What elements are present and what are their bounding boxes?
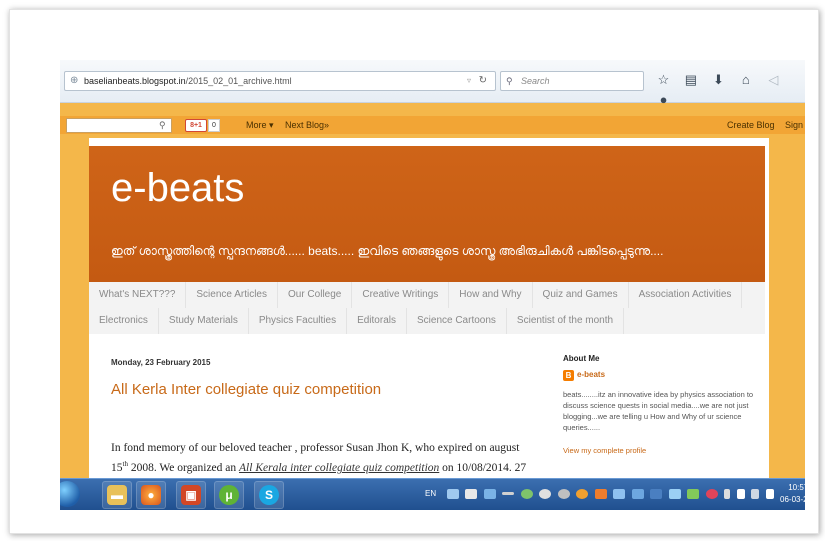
globe-icon: ⊕ <box>70 75 79 86</box>
taskbar-skype[interactable]: S <box>254 481 284 509</box>
chat-icon[interactable]: ● <box>652 90 675 110</box>
toolbar-icons: ☆ ▤ ⬇ ⌂ ◁ ● <box>652 70 805 107</box>
folder-icon: ▬ <box>107 485 127 505</box>
page-tabs: What's NEXT??? Science Articles Our Colleg… <box>89 282 765 334</box>
tab-editorals[interactable]: Editorals <box>347 308 407 334</box>
post-date: Monday, 23 February 2015 <box>111 358 211 367</box>
browser-window: ⊕ baselianbeats.blogspot.in/2015_02_01_a… <box>60 60 805 510</box>
blogger-navbar: ⚲ 8+1 0 More ▾ Next Blog» Create Blog Si… <box>60 116 805 134</box>
tray-icon[interactable] <box>502 492 515 496</box>
tray-icon[interactable] <box>557 488 570 499</box>
about-me-widget: About Me B e-beats beats........itz an i… <box>563 354 763 455</box>
create-blog-link[interactable]: Create Blog <box>727 116 775 134</box>
url-domain: baselianbeats.blogspot.in <box>84 76 186 86</box>
tab-scientist-of-the-month[interactable]: Scientist of the month <box>507 308 625 334</box>
send-icon[interactable]: ◁ <box>762 70 785 90</box>
profile-description: beats........itz an innovative idea by p… <box>563 390 754 432</box>
about-me-heading: About Me <box>563 354 600 363</box>
tray-icon[interactable] <box>724 488 731 499</box>
tab-creative-writings[interactable]: Creative Writings <box>352 282 450 308</box>
tabs-row-1: What's NEXT??? Science Articles Our Colleg… <box>89 282 743 308</box>
tabs-row-2: Electronics Study Materials Physics Facult… <box>89 308 625 334</box>
tray-icon[interactable] <box>668 488 681 499</box>
tray-icon[interactable] <box>465 488 478 499</box>
utorrent-icon: μ <box>219 485 239 505</box>
blog-title[interactable]: e-beats <box>111 166 244 210</box>
tray-icon[interactable] <box>687 488 700 499</box>
post-title[interactable]: All Kerla Inter collegiate quiz competit… <box>111 381 381 398</box>
volume-icon[interactable] <box>736 488 745 499</box>
download-icon[interactable]: ⬇ <box>707 70 730 90</box>
blog-search-input[interactable] <box>66 118 172 133</box>
profile-name-link[interactable]: e-beats <box>577 370 605 379</box>
sign-in-link[interactable]: Sign <box>785 116 803 134</box>
clock-date: 06-03-201 <box>780 495 805 504</box>
tray-icon[interactable] <box>576 488 589 499</box>
address-text: baselianbeats.blogspot.in/2015_02_01_arc… <box>84 72 292 90</box>
blog-header: e-beats ഇത് ശാസ്ത്രത്തിന്റെ സ്പന്ദനങ്ങൾ.… <box>89 146 765 282</box>
tray-icon[interactable] <box>594 488 607 499</box>
tray-icon[interactable] <box>520 488 533 499</box>
tab-science-cartoons[interactable]: Science Cartoons <box>407 308 507 334</box>
tab-association-activities[interactable]: Association Activities <box>629 282 743 308</box>
gplus-count: 0 <box>208 119 220 132</box>
tab-study-materials[interactable]: Study Materials <box>159 308 249 334</box>
tab-physics-faculties[interactable]: Physics Faculties <box>249 308 348 334</box>
firefox-icon: ● <box>141 485 161 505</box>
search-icon: ⚲ <box>506 76 513 86</box>
tab-electronics[interactable]: Electronics <box>89 308 159 334</box>
network-icon[interactable] <box>751 488 760 499</box>
quiz-link[interactable]: All Kerala inter collegiate quiz competi… <box>239 462 439 474</box>
post-text-2: 2008. We organized an <box>127 461 240 474</box>
view-profile-link[interactable]: View my complete profile <box>563 446 646 455</box>
tray-icon[interactable] <box>446 488 459 499</box>
tray-icon[interactable] <box>539 488 552 499</box>
tray-icon[interactable] <box>613 488 626 499</box>
taskbar-firefox[interactable]: ● <box>136 481 166 509</box>
tab-how-and-why[interactable]: How and Why <box>449 282 533 308</box>
taskbar-utorrent[interactable]: μ <box>214 481 244 509</box>
address-bar[interactable]: ⊕ baselianbeats.blogspot.in/2015_02_01_a… <box>64 71 496 91</box>
dropdown-icon[interactable]: ▿ <box>467 72 471 90</box>
powerpoint-icon: ▣ <box>181 485 201 505</box>
search-placeholder: Search <box>521 76 550 86</box>
gplus-button[interactable]: 8+1 <box>185 119 207 132</box>
tray-icon[interactable] <box>705 488 718 499</box>
screenshot-frame: ⊕ baselianbeats.blogspot.in/2015_02_01_a… <box>9 9 819 534</box>
url-path: /2015_02_01_archive.html <box>185 76 292 86</box>
tab-whats-next[interactable]: What's NEXT??? <box>89 282 187 308</box>
browser-toolbar: ⊕ baselianbeats.blogspot.in/2015_02_01_a… <box>60 60 805 107</box>
flag-icon[interactable] <box>765 488 774 499</box>
blog-content: e-beats ഇത് ശാസ്ത്രത്തിന്റെ സ്പന്ദനങ്ങൾ.… <box>89 138 769 510</box>
skype-icon: S <box>259 485 279 505</box>
language-indicator[interactable]: EN <box>425 489 436 498</box>
search-box[interactable]: ⚲ Search <box>500 71 644 91</box>
taskbar-powerpoint[interactable]: ▣ <box>176 481 206 509</box>
blogger-icon: B <box>563 370 574 381</box>
tray-icon[interactable] <box>483 488 496 499</box>
windows-taskbar: ▬ ● ▣ μ S EN 10:5 06-03- <box>60 478 805 510</box>
tray-icon[interactable] <box>631 488 644 499</box>
taskbar-clock[interactable]: 10:57 06-03-201 <box>780 482 805 506</box>
tab-science-articles[interactable]: Science Articles <box>186 282 278 308</box>
reading-list-icon[interactable]: ▤ <box>679 70 702 90</box>
blog-description: ഇത് ശാസ്ത്രത്തിന്റെ സ്പന്ദനങ്ങൾ...... be… <box>111 244 664 258</box>
clock-time: 10:57 <box>788 483 805 492</box>
system-tray: EN <box>425 488 778 502</box>
taskbar-explorer[interactable]: ▬ <box>102 481 132 509</box>
reload-icon[interactable]: ↻ <box>479 72 487 90</box>
next-blog-link[interactable]: Next Blog» <box>285 116 329 134</box>
tray-icon[interactable] <box>650 488 663 499</box>
tab-quiz-and-games[interactable]: Quiz and Games <box>533 282 629 308</box>
home-icon[interactable]: ⌂ <box>734 70 757 90</box>
bookmark-star-icon[interactable]: ☆ <box>652 70 675 90</box>
search-icon[interactable]: ⚲ <box>159 116 166 134</box>
start-button-icon[interactable] <box>60 481 80 507</box>
tab-our-college[interactable]: Our College <box>278 282 353 308</box>
more-menu[interactable]: More ▾ <box>246 116 274 134</box>
